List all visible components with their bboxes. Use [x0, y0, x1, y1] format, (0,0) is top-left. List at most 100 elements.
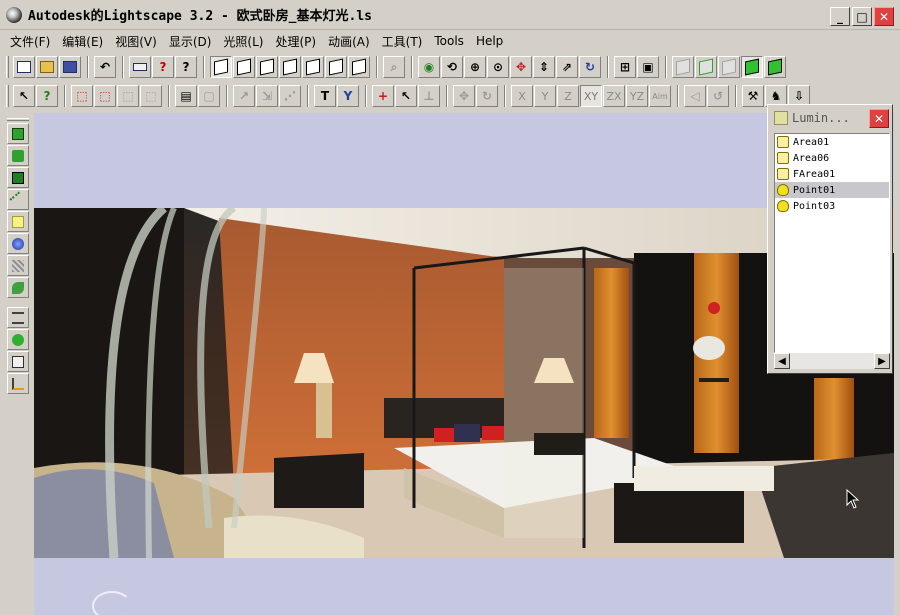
- luminaires-close-button[interactable]: ✕: [869, 109, 889, 128]
- app-icon[interactable]: [6, 6, 22, 23]
- aim-button[interactable]: Aim: [649, 85, 671, 107]
- view-top-icon[interactable]: [233, 56, 255, 78]
- menu-view[interactable]: 视图(V): [111, 33, 165, 50]
- toolbar-grip[interactable]: [7, 118, 29, 121]
- axis-xy-button[interactable]: XY: [580, 85, 602, 107]
- reset-view-icon[interactable]: ↺: [707, 85, 729, 107]
- texture-icon[interactable]: [7, 255, 29, 276]
- list-item[interactable]: Area01: [775, 134, 889, 150]
- properties-icon[interactable]: ▤: [175, 85, 197, 107]
- outline-mode-icon[interactable]: [695, 56, 717, 78]
- axis-zx-button[interactable]: ZX: [603, 85, 625, 107]
- menu-tools[interactable]: Tools: [430, 34, 472, 48]
- select-window-icon[interactable]: ⬚: [71, 85, 93, 107]
- menu-help[interactable]: Help: [472, 34, 511, 48]
- rotate-view-icon[interactable]: ⟲: [441, 56, 463, 78]
- toolbar-grip[interactable]: [6, 56, 9, 78]
- page-icon[interactable]: ▢: [198, 85, 220, 107]
- print-icon[interactable]: [129, 56, 151, 78]
- horizontal-scrollbar[interactable]: ◀ ▶: [774, 353, 890, 369]
- walk-icon[interactable]: ⇗: [556, 56, 578, 78]
- menu-file[interactable]: 文件(F): [6, 33, 58, 50]
- select-arrow-icon[interactable]: ↖: [13, 85, 35, 107]
- logo-swirl: [92, 591, 132, 615]
- hierarchy-icon[interactable]: ⊥: [418, 85, 440, 107]
- view-front-icon[interactable]: [256, 56, 278, 78]
- pointer-icon[interactable]: [7, 373, 29, 394]
- filter-select-icon[interactable]: Y: [337, 85, 359, 107]
- path-icon[interactable]: [7, 189, 29, 210]
- view-side-icon[interactable]: [279, 56, 301, 78]
- deselect-crossing-icon[interactable]: ⬚: [140, 85, 162, 107]
- close-button[interactable]: ✕: [874, 7, 894, 26]
- save-disk-icon[interactable]: [59, 56, 81, 78]
- layers-cube-icon[interactable]: [7, 123, 29, 144]
- array-icon[interactable]: ⋰: [279, 85, 301, 107]
- select-crossing-icon[interactable]: ⬚: [94, 85, 116, 107]
- solid-mode-icon[interactable]: [718, 56, 740, 78]
- copy-icon[interactable]: ⇲: [256, 85, 278, 107]
- add-point-icon[interactable]: +: [372, 85, 394, 107]
- blocks-icon[interactable]: [7, 167, 29, 188]
- list-item[interactable]: FArea01: [775, 166, 889, 182]
- shaded-mode-icon[interactable]: [741, 56, 763, 78]
- material-icon[interactable]: [7, 211, 29, 232]
- layers-icon[interactable]: [7, 307, 29, 328]
- zoom-window-icon[interactable]: ⌕: [383, 56, 405, 78]
- zoom-extents-icon[interactable]: ⊞: [614, 56, 636, 78]
- viewport-workspace[interactable]: [34, 113, 894, 615]
- list-item[interactable]: Point03: [775, 198, 889, 214]
- sphere-icon[interactable]: [7, 233, 29, 254]
- translate-icon[interactable]: ✥: [453, 85, 475, 107]
- list-item-selected[interactable]: Point01: [775, 182, 889, 198]
- stack-icon[interactable]: [7, 351, 29, 372]
- luminaires-list[interactable]: Area01 Area06 FArea01 Point01 Point03: [774, 133, 890, 353]
- toolbar-grip[interactable]: [6, 85, 9, 107]
- textured-mode-icon[interactable]: [764, 56, 786, 78]
- help-icon[interactable]: ?: [152, 56, 174, 78]
- deselect-window-icon[interactable]: ⬚: [117, 85, 139, 107]
- pan-icon[interactable]: ✥: [510, 56, 532, 78]
- text-edit-icon[interactable]: T: [314, 85, 336, 107]
- view-right-icon[interactable]: [348, 56, 370, 78]
- globe-icon[interactable]: [7, 329, 29, 350]
- camera-green-icon[interactable]: [7, 145, 29, 166]
- move-icon[interactable]: ↗: [233, 85, 255, 107]
- list-item[interactable]: Area06: [775, 150, 889, 166]
- view-perspective-icon[interactable]: [210, 56, 232, 78]
- scroll-left-icon[interactable]: ◀: [774, 353, 790, 369]
- minimize-button[interactable]: _: [830, 7, 850, 26]
- view-left-icon[interactable]: [325, 56, 347, 78]
- open-folder-icon[interactable]: [36, 56, 58, 78]
- dolly-icon[interactable]: ⇕: [533, 56, 555, 78]
- orbit-icon[interactable]: ◉: [418, 56, 440, 78]
- new-file-icon[interactable]: [13, 56, 35, 78]
- menu-edit[interactable]: 编辑(E): [58, 33, 111, 50]
- maximize-button[interactable]: □: [852, 7, 872, 26]
- scroll-right-icon[interactable]: ▶: [874, 353, 890, 369]
- cursor-select-icon[interactable]: ↖: [395, 85, 417, 107]
- menu-animation[interactable]: 动画(A): [324, 33, 378, 50]
- scroll-track[interactable]: [790, 353, 874, 369]
- axis-z-button[interactable]: Z: [557, 85, 579, 107]
- query-icon[interactable]: ?: [36, 85, 58, 107]
- menu-light[interactable]: 光照(L): [219, 33, 271, 50]
- zoom-in-icon[interactable]: ⊕: [464, 56, 486, 78]
- axis-yz-button[interactable]: YZ: [626, 85, 648, 107]
- axis-y-button[interactable]: Y: [534, 85, 556, 107]
- previous-view-icon[interactable]: ◁: [684, 85, 706, 107]
- render-icon[interactable]: [7, 277, 29, 298]
- refresh-icon[interactable]: ↻: [579, 56, 601, 78]
- camera-icon[interactable]: ▣: [637, 56, 659, 78]
- zoom-icon[interactable]: ⊙: [487, 56, 509, 78]
- view-back-icon[interactable]: [302, 56, 324, 78]
- context-help-icon[interactable]: ?: [175, 56, 197, 78]
- axis-x-button[interactable]: X: [511, 85, 533, 107]
- rotate-icon[interactable]: ↻: [476, 85, 498, 107]
- walkthrough-icon[interactable]: ⚒: [742, 85, 764, 107]
- menu-display[interactable]: 显示(D): [165, 33, 220, 50]
- menu-process[interactable]: 处理(P): [271, 33, 324, 50]
- wireframe-mode-icon[interactable]: [672, 56, 694, 78]
- undo-icon[interactable]: ↶: [94, 56, 116, 78]
- menu-tools-cn[interactable]: 工具(T): [378, 33, 431, 50]
